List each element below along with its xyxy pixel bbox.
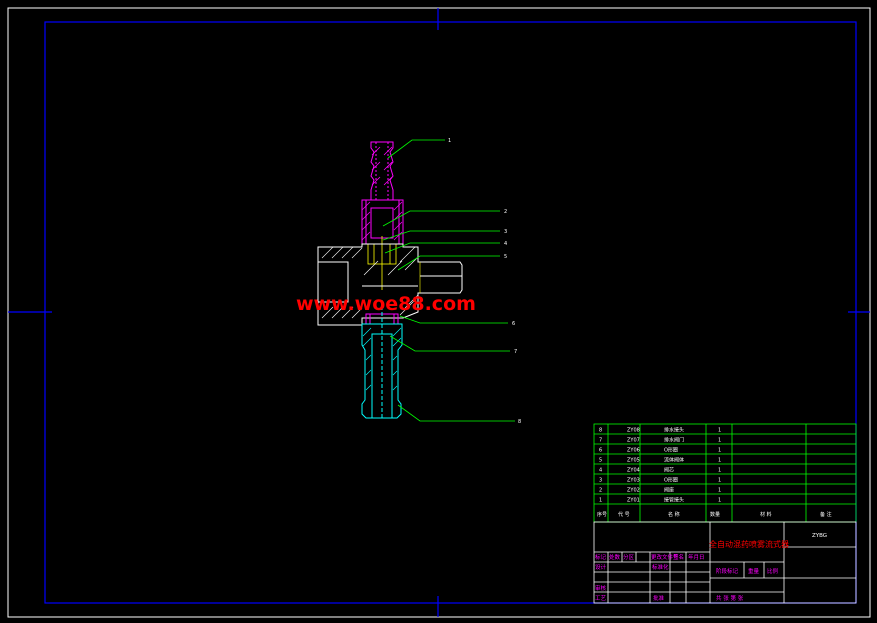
parts-cell-no: 2 <box>599 488 602 494</box>
drawing-number: ZYBG <box>812 533 827 539</box>
parts-cell-qty: 1 <box>718 498 721 504</box>
parts-cell-code: ZY02 <box>627 488 640 494</box>
parts-cell-name: 阀芯 <box>664 467 674 474</box>
balloon-1: 1 <box>448 138 451 144</box>
parts-cell-name: 排水接头 <box>664 427 684 434</box>
parts-cell-code: ZY06 <box>627 448 640 454</box>
parts-cell-no: 8 <box>599 428 602 434</box>
parts-cell-no: 5 <box>599 458 602 464</box>
weight-label: 重量 <box>748 567 760 575</box>
approve-label: 批准 <box>653 594 665 602</box>
parts-cell-name: 流体阀体 <box>664 457 684 464</box>
parts-cell-code: ZY08 <box>627 428 640 434</box>
parts-cell-qty: 1 <box>718 478 721 484</box>
header-name: 名 称 <box>668 511 680 518</box>
parts-cell-code: ZY04 <box>627 468 640 474</box>
balloon-6: 6 <box>512 321 515 327</box>
balloon-8: 8 <box>518 419 521 425</box>
scale-label: 比例 <box>767 567 779 575</box>
parts-cell-qty: 1 <box>718 468 721 474</box>
parts-cell-qty: 1 <box>718 488 721 494</box>
parts-cell-name: 阀座 <box>664 487 674 494</box>
balloon-7: 7 <box>514 349 517 355</box>
cad-drawing: 1 2 3 4 5 6 7 8 www.woe88.com 8 ZY08 排水接… <box>0 0 877 623</box>
header-code: 代 号 <box>618 511 630 518</box>
balloon-3: 3 <box>504 229 507 235</box>
parts-cell-name: 排水阀门 <box>664 437 684 444</box>
parts-cell-qty: 1 <box>718 458 721 464</box>
watermark: www.woe88.com <box>296 293 476 315</box>
rev-label-sign: 签名 <box>673 553 684 561</box>
parts-cell-qty: 1 <box>718 448 721 454</box>
header-remark: 备 注 <box>820 511 832 518</box>
header-qty: 数量 <box>710 511 720 518</box>
parts-cell-name: O形圈 <box>664 477 678 484</box>
stage-mark-label: 阶段标记 <box>716 567 739 575</box>
rev-label-zone: 分区 <box>623 553 635 561</box>
parts-cell-code: ZY01 <box>627 498 640 504</box>
parts-cell-name: O形圈 <box>664 447 678 454</box>
parts-cell-name: 接管接头 <box>664 497 684 504</box>
parts-cell-no: 7 <box>599 438 602 444</box>
header-no: 序号 <box>597 511 607 518</box>
review-label: 审核 <box>595 584 607 592</box>
parts-cell-no: 1 <box>599 498 602 504</box>
design-label: 设计 <box>595 563 607 571</box>
process-label: 工艺 <box>595 595 607 602</box>
drawing-title: 全自动混药喷雾流式器 <box>709 539 789 549</box>
header-material: 材 料 <box>760 511 772 518</box>
parts-cell-no: 6 <box>599 448 602 454</box>
rev-label-count: 处数 <box>609 553 621 561</box>
standardize-label: 标准化 <box>652 563 669 571</box>
rev-label-mark: 标记 <box>595 553 607 561</box>
rev-label-date: 年月日 <box>688 553 705 561</box>
balloon-2: 2 <box>504 209 507 215</box>
parts-cell-qty: 1 <box>718 438 721 444</box>
balloon-4: 4 <box>504 241 507 247</box>
parts-cell-no: 3 <box>599 478 602 484</box>
parts-cell-code: ZY05 <box>627 458 640 464</box>
parts-cell-code: ZY07 <box>627 438 640 444</box>
parts-cell-no: 4 <box>599 468 602 474</box>
parts-cell-code: ZY03 <box>627 478 640 484</box>
parts-cell-qty: 1 <box>718 428 721 434</box>
sheets-label: 共 张 第 张 <box>716 594 744 602</box>
balloon-5: 5 <box>504 254 507 260</box>
